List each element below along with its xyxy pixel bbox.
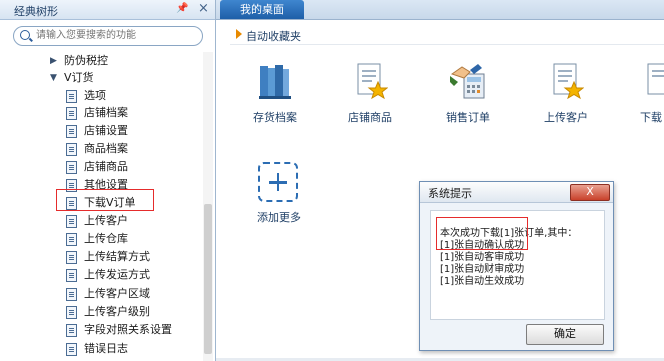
tab-bar: 我的桌面 — [216, 0, 664, 20]
add-more-label: 添加更多 — [257, 211, 301, 224]
app-inventory-files[interactable]: 存货档案 — [235, 62, 315, 142]
document-icon — [66, 288, 77, 301]
close-icon[interactable]: × — [198, 1, 209, 16]
search-input[interactable] — [36, 28, 196, 43]
document-icon — [66, 215, 77, 228]
left-panel-header: 经典树形 📌 × — [0, 0, 215, 20]
dialog-title: 系统提示 — [428, 187, 472, 200]
favorites-title: 自动收藏夹 — [246, 30, 301, 43]
left-panel-title: 经典树形 — [14, 5, 58, 18]
add-more-button[interactable] — [258, 162, 298, 202]
tab-my-desktop[interactable]: 我的桌面 — [220, 0, 304, 19]
app-store-goods[interactable]: 店铺商品 — [330, 62, 410, 142]
app-sales-order[interactable]: 销售订单 — [428, 62, 508, 142]
document-icon — [66, 125, 77, 138]
document-icon — [66, 233, 77, 246]
message-line: [1]张自动财审成功 — [440, 264, 525, 275]
system-prompt-dialog: 系统提示 X 本次成功下载[1]张订单,其中： [1]张自动确认成功 [1]张自… — [419, 181, 614, 351]
dialog-titlebar[interactable]: 系统提示 X — [420, 182, 613, 203]
chevron-down-icon: ▼ — [50, 73, 57, 83]
document-star-icon — [357, 63, 388, 100]
document-icon — [66, 161, 77, 174]
document-icon — [66, 143, 77, 156]
document-icon — [66, 306, 77, 319]
ok-button[interactable]: 确定 — [526, 324, 604, 345]
triangle-right-icon — [236, 29, 242, 39]
document-icon — [66, 90, 77, 103]
left-panel: 经典树形 📌 × ▶ 防伪税控 ▼ V订货 选项 店铺档案 店铺设置 商品档案 … — [0, 0, 216, 361]
pin-icon[interactable]: 📌 — [176, 3, 188, 14]
message-line: [1]张自动客审成功 — [440, 252, 525, 263]
document-icon — [66, 324, 77, 337]
document-icon — [647, 63, 664, 95]
document-icon — [66, 269, 77, 282]
favorites-header: 自动收藏夹 — [230, 26, 664, 45]
document-icon — [66, 107, 77, 120]
search-icon — [20, 30, 30, 40]
selection-highlight — [56, 189, 154, 211]
books-icon — [259, 65, 291, 99]
document-icon — [66, 343, 77, 356]
tree-scrollbar[interactable] — [203, 52, 213, 361]
app-upload-customer[interactable]: 上传客户 — [526, 62, 606, 142]
document-icon — [66, 251, 77, 264]
search-box[interactable] — [13, 26, 203, 46]
handshake-calculator-icon — [450, 64, 485, 99]
document-star-icon — [553, 63, 584, 100]
message-line: [1]张自动生效成功 — [440, 276, 525, 287]
app-download[interactable]: 下载 — [620, 62, 664, 142]
chevron-right-icon: ▶ — [50, 56, 57, 66]
scrollbar-thumb[interactable] — [204, 204, 212, 354]
message-highlight — [436, 217, 528, 250]
close-icon[interactable]: X — [570, 184, 610, 201]
